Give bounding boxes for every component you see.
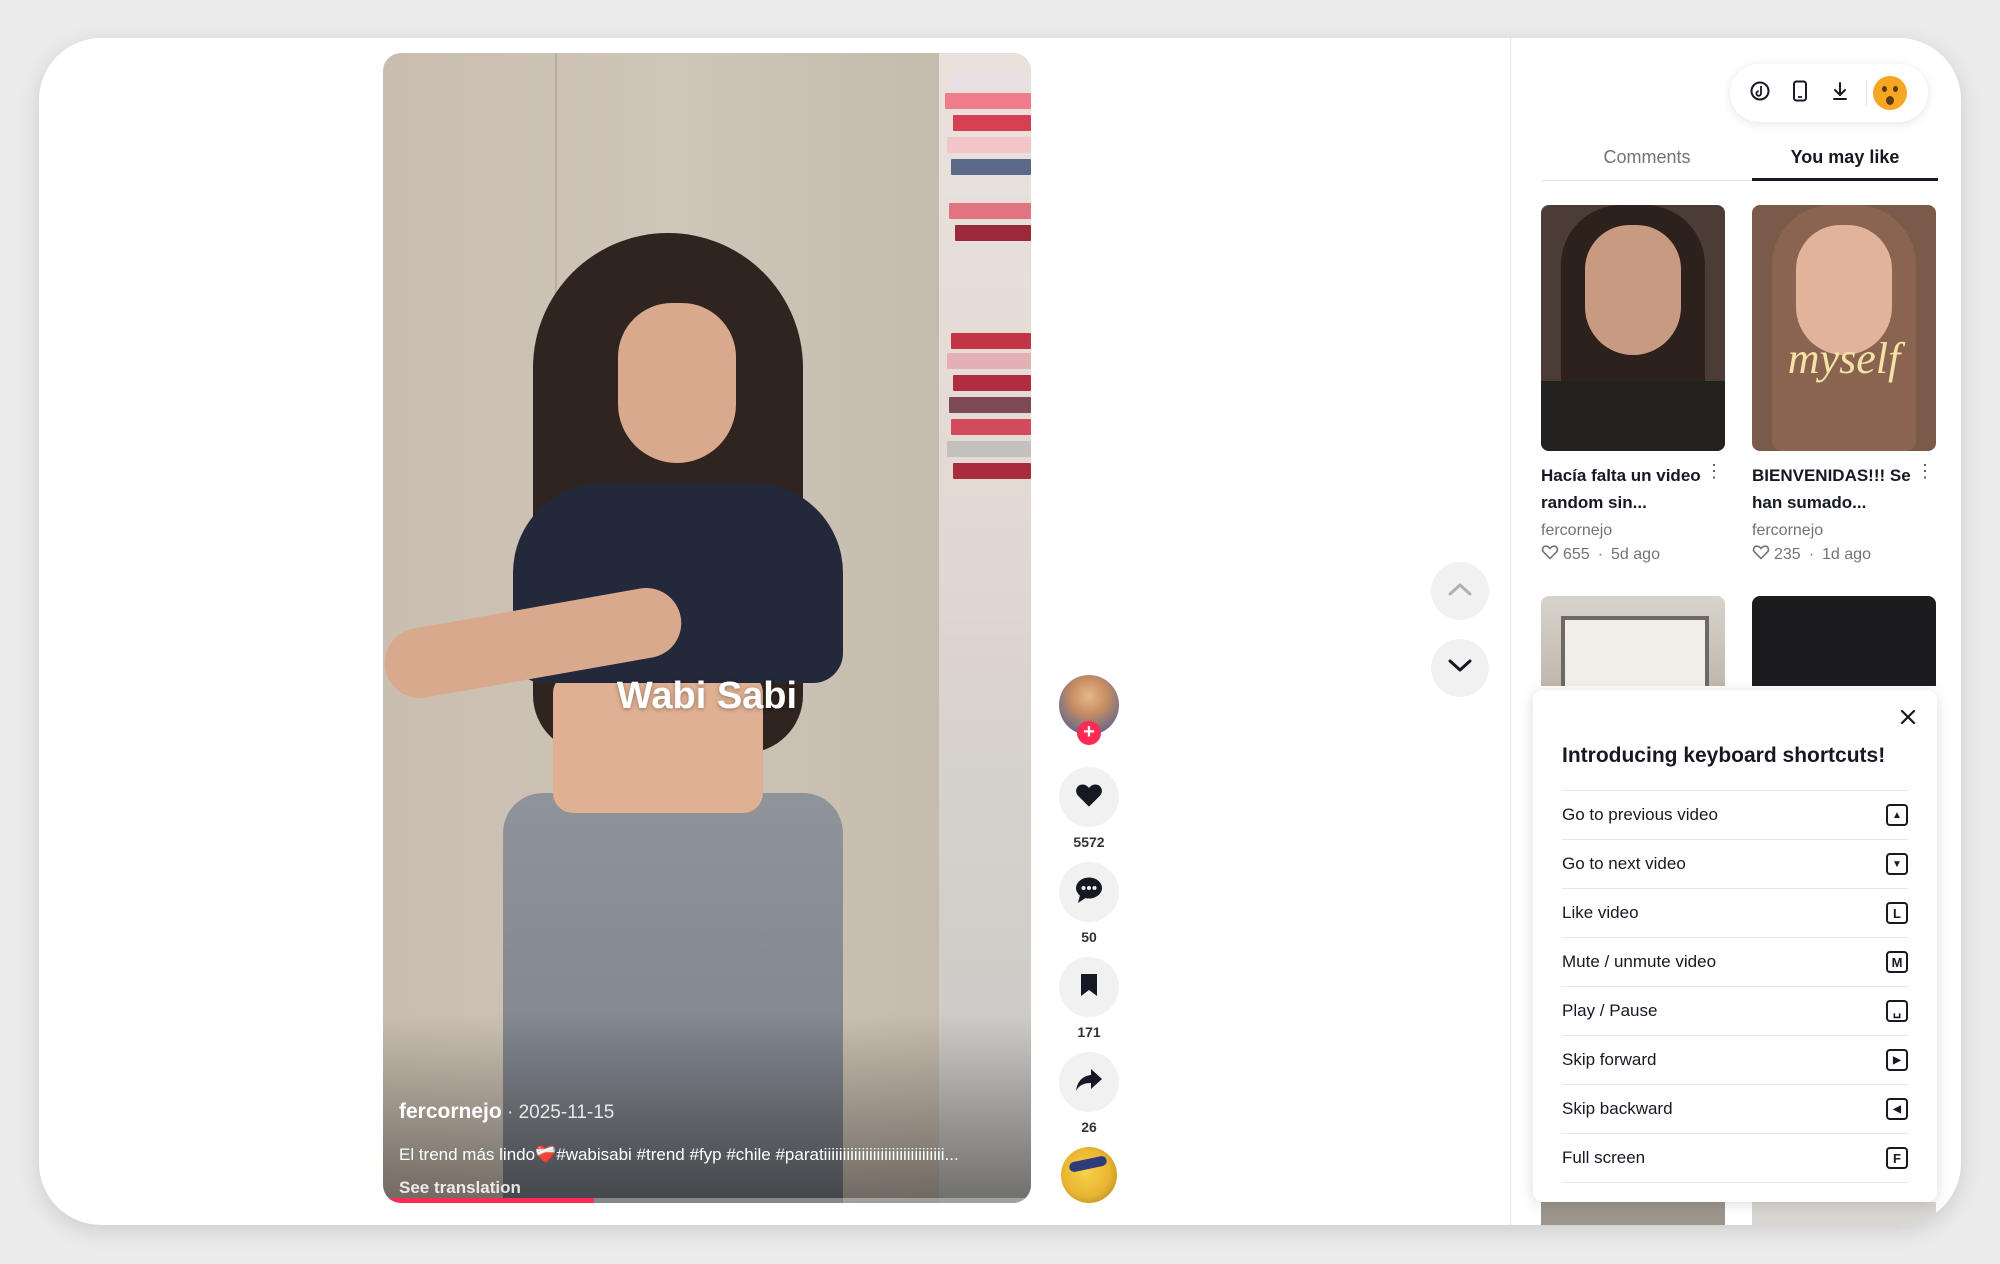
video-thumbnail[interactable] [1541, 205, 1725, 451]
video-caption[interactable]: El trend más lindo❤️‍🩹#wabisabi #trend #… [399, 1145, 1015, 1165]
pill-divider [1866, 80, 1867, 106]
video-progress-bar[interactable] [383, 1198, 1031, 1203]
shortcuts-list: Go to previous video ▲ Go to next video ▼ … [1562, 790, 1908, 1183]
arrow-right-key-icon: ▶ [1886, 1049, 1908, 1071]
card-like-count: 235 [1774, 545, 1801, 563]
action-bar: + 5572 50 171 26 [1051, 675, 1127, 1203]
comment-count: 50 [1081, 929, 1097, 945]
chevron-down-icon [1448, 659, 1472, 678]
recommended-video-card[interactable]: myself BIENVENIDAS!!! Se han sumado... ⋮… [1752, 205, 1936, 565]
bookmark-icon [1078, 972, 1100, 1003]
card-stats: 655 · 5d ago [1541, 544, 1725, 565]
card-title[interactable]: Hacía falta un video random sin... [1541, 462, 1701, 516]
shortcut-row: Go to previous video ▲ [1562, 790, 1908, 839]
close-icon [1900, 709, 1916, 730]
card-author[interactable]: fercornejo [1541, 522, 1725, 540]
video-overlay-text: Wabi Sabi [616, 675, 798, 717]
video-progress-fill [383, 1198, 594, 1203]
save-count: 171 [1077, 1024, 1101, 1040]
arrow-up-key-icon: ▲ [1886, 804, 1908, 826]
heart-icon [1075, 782, 1103, 813]
shortcut-label: Full screen [1562, 1148, 1646, 1167]
video-date-separator: · [501, 1102, 519, 1123]
video-player[interactable]: Wabi Sabi fercornejo · 2025-11-15 El tre… [383, 53, 1031, 1203]
close-button[interactable] [1895, 706, 1921, 732]
author-avatar-button[interactable]: + [1059, 675, 1119, 745]
video-author[interactable]: fercornejo [399, 1100, 502, 1123]
shortcut-row: Skip forward ▶ [1562, 1035, 1908, 1084]
app-window: Wabi Sabi fercornejo · 2025-11-15 El tre… [39, 38, 1961, 1225]
video-meta: fercornejo · 2025-11-15 [399, 1100, 614, 1124]
keyboard-shortcuts-popup: Introducing keyboard shortcuts! Go to pr… [1533, 690, 1937, 1202]
shortcut-row: Like video L [1562, 888, 1908, 937]
shortcut-label: Play / Pause [1562, 1001, 1658, 1020]
shortcut-row: Skip backward ◀ [1562, 1084, 1908, 1133]
card-like-count: 655 [1563, 545, 1590, 563]
coin-button[interactable] [1740, 73, 1780, 113]
card-stats: 235 · 1d ago [1752, 544, 1936, 565]
shortcut-row: Full screen F [1562, 1133, 1908, 1183]
tab-comments[interactable]: Comments [1554, 138, 1740, 178]
heart-outline-icon [1752, 544, 1770, 565]
see-translation-link[interactable]: See translation [399, 1178, 521, 1198]
arrow-left-key-icon: ◀ [1886, 1098, 1908, 1120]
l-key-icon: L [1886, 902, 1908, 924]
card-age: 5d ago [1611, 545, 1660, 563]
shortcut-row: Go to next video ▼ [1562, 839, 1908, 888]
video-thumbnail[interactable] [1541, 1202, 1725, 1225]
music-disc-icon[interactable] [1061, 1147, 1117, 1203]
card-age: 1d ago [1822, 545, 1871, 563]
video-thumbnail[interactable] [1752, 1202, 1936, 1225]
top-actions-pill [1730, 64, 1928, 122]
shortcut-label: Like video [1562, 903, 1639, 922]
shortcut-row: Play / Pause ␣ [1562, 986, 1908, 1035]
card-stats-separator: · [1597, 545, 1604, 563]
download-button[interactable] [1820, 73, 1860, 113]
share-icon [1074, 1067, 1104, 1098]
download-icon [1831, 81, 1849, 106]
video-figure-face [618, 303, 736, 463]
comment-button[interactable] [1059, 862, 1119, 922]
shortcut-label: Mute / unmute video [1562, 952, 1717, 971]
shortcuts-title: Introducing keyboard shortcuts! [1562, 744, 1886, 767]
previous-video-button[interactable] [1431, 562, 1489, 620]
space-key-icon: ␣ [1886, 1000, 1908, 1022]
video-thumbnail[interactable] [1752, 596, 1936, 686]
sidebar-tabs: Comments You may like [1541, 138, 1938, 181]
thumbnail-overlay-text: myself [1787, 334, 1901, 383]
mobile-app-button[interactable] [1780, 73, 1820, 113]
video-thumbnail[interactable]: myself [1752, 205, 1936, 451]
tiktok-coin-icon [1749, 80, 1771, 107]
video-thumbnail[interactable] [1541, 596, 1725, 686]
like-count: 5572 [1073, 834, 1105, 850]
recommended-video-card[interactable]: Hacía falta un video random sin... ⋮ fer… [1541, 205, 1725, 565]
shortcut-label: Skip backward [1562, 1099, 1673, 1118]
phone-icon [1792, 80, 1808, 107]
shortcut-label: Go to previous video [1562, 805, 1718, 824]
share-count: 26 [1081, 1119, 1097, 1135]
tab-you-may-like[interactable]: You may like [1752, 138, 1938, 181]
card-stats-separator: · [1808, 545, 1815, 563]
heart-outline-icon [1541, 544, 1559, 565]
card-title[interactable]: BIENVENIDAS!!! Se han sumado... [1752, 462, 1912, 516]
like-button[interactable] [1059, 767, 1119, 827]
card-author[interactable]: fercornejo [1752, 522, 1936, 540]
save-button[interactable] [1059, 957, 1119, 1017]
arrow-down-key-icon: ▼ [1886, 853, 1908, 875]
chevron-up-icon [1448, 582, 1472, 601]
shortcut-label: Skip forward [1562, 1050, 1657, 1069]
shortcut-label: Go to next video [1562, 854, 1686, 873]
video-date: 2025-11-15 [518, 1102, 615, 1123]
more-options-icon[interactable]: ⋮ [1916, 461, 1934, 482]
follow-plus-icon[interactable]: + [1077, 721, 1101, 745]
profile-avatar-icon[interactable] [1873, 76, 1907, 110]
f-key-icon: F [1886, 1147, 1908, 1169]
comment-icon [1074, 876, 1104, 909]
more-options-icon[interactable]: ⋮ [1705, 461, 1723, 482]
shortcut-row: Mute / unmute video M [1562, 937, 1908, 986]
next-video-button[interactable] [1431, 639, 1489, 697]
m-key-icon: M [1886, 951, 1908, 973]
share-button[interactable] [1059, 1052, 1119, 1112]
